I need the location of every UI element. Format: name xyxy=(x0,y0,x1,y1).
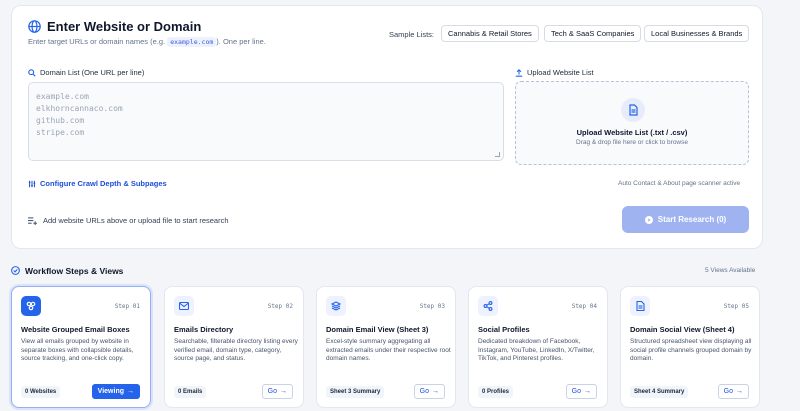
panel-title: Enter Website or Domain xyxy=(47,19,202,34)
go-button[interactable]: Go → xyxy=(565,384,597,399)
layers-icon xyxy=(326,296,346,316)
card-title: Domain Social View (Sheet 4) xyxy=(630,325,735,334)
step-number: Step 02 xyxy=(267,303,293,310)
domain-list-label: Domain List (One URL per line) xyxy=(28,68,144,77)
workflow-title: Workflow Steps & Views xyxy=(25,266,124,276)
arrow-right-icon: → xyxy=(280,388,287,395)
arrow-right-icon: → xyxy=(127,388,134,395)
hint-text: Add website URLs above or upload file to… xyxy=(28,216,229,225)
sample-chip-tech[interactable]: Tech & SaaS Companies xyxy=(544,25,642,42)
search-icon xyxy=(28,68,36,77)
card-description: View all emails grouped by website in se… xyxy=(21,338,134,362)
count-badge: Sheet 3 Summary xyxy=(326,386,385,398)
card-description: Excel-style summary aggregating all extr… xyxy=(326,338,451,362)
example-code: example.com xyxy=(167,37,217,47)
play-icon xyxy=(644,215,653,224)
resize-handle[interactable] xyxy=(495,152,500,157)
card-title: Social Profiles xyxy=(478,325,530,334)
step-number: Step 05 xyxy=(723,303,749,310)
viewing-button[interactable]: Viewing → xyxy=(91,384,140,399)
panel-subtitle: Enter target URLs or domain names (e.g. … xyxy=(28,37,266,47)
card-title: Website Grouped Email Boxes xyxy=(21,325,130,334)
count-badge: Sheet 4 Summary xyxy=(630,386,689,398)
count-badge: 0 Profiles xyxy=(478,386,514,398)
input-panel: Enter Website or Domain Enter target URL… xyxy=(11,5,763,249)
scanner-note: Auto Contact & About page scanner active xyxy=(618,180,741,187)
file-icon xyxy=(621,98,645,122)
grid-icon xyxy=(21,296,41,316)
mail-icon xyxy=(174,296,194,316)
step-number: Step 01 xyxy=(114,303,140,310)
count-badge: 0 Websites xyxy=(21,386,61,398)
list-add-icon xyxy=(28,216,37,225)
globe-icon xyxy=(28,20,41,33)
document-icon xyxy=(630,296,650,316)
arrow-right-icon: → xyxy=(584,388,591,395)
go-button[interactable]: Go → xyxy=(717,384,749,399)
workflow-card-domain-email-view[interactable]: Step 03 Domain Email View (Sheet 3) Exce… xyxy=(316,286,456,408)
placeholder-line: github.com xyxy=(36,116,85,125)
workflow-card-grouped-emails[interactable]: Step 01 Website Grouped Email Boxes View… xyxy=(11,286,151,408)
step-number: Step 04 xyxy=(571,303,597,310)
card-description: Searchable, filterable directory listing… xyxy=(174,338,298,362)
workflow-card-emails-directory[interactable]: Step 02 Emails Directory Searchable, fil… xyxy=(164,286,304,408)
upload-subtitle: Drag & drop file here or click to browse xyxy=(576,139,688,146)
upload-drop-zone[interactable]: Upload Website List (.txt / .csv) Drag &… xyxy=(515,81,749,165)
card-title: Domain Email View (Sheet 3) xyxy=(326,325,429,334)
card-description: Dedicated breakdown of Facebook, Instagr… xyxy=(478,338,595,362)
arrow-right-icon: → xyxy=(432,388,439,395)
sample-lists-label: Sample Lists: xyxy=(389,30,435,39)
go-button[interactable]: Go → xyxy=(413,384,445,399)
sample-chip-local[interactable]: Local Businesses & Brands xyxy=(644,25,750,42)
views-count: 5 Views Available xyxy=(705,267,756,274)
start-research-button[interactable]: Start Research (0) xyxy=(622,206,749,233)
workflow-card-domain-social-view[interactable]: Step 05 Domain Social View (Sheet 4) Str… xyxy=(620,286,760,408)
domain-list-textarea[interactable] xyxy=(28,82,504,161)
arrow-right-icon: → xyxy=(736,388,743,395)
count-badge: 0 Emails xyxy=(174,386,207,398)
placeholder-line: stripe.com xyxy=(36,128,85,137)
card-description: Structured spreadsheet view displaying a… xyxy=(630,338,752,362)
workflow-card-social-profiles[interactable]: Step 04 Social Profiles Dedicated breakd… xyxy=(468,286,608,408)
go-button[interactable]: Go → xyxy=(261,384,293,399)
placeholder-line: example.com xyxy=(36,92,89,101)
upload-icon xyxy=(515,68,523,77)
placeholder-line: elkhorncannaco.com xyxy=(36,104,123,113)
sample-chip-cannabis[interactable]: Cannabis & Retail Stores xyxy=(441,25,539,42)
step-number: Step 03 xyxy=(419,303,445,310)
card-title: Emails Directory xyxy=(174,325,234,334)
settings-sliders-icon xyxy=(28,180,36,187)
upload-title: Upload Website List (.txt / .csv) xyxy=(576,128,688,137)
upload-label: Upload Website List xyxy=(515,68,594,77)
share-icon xyxy=(478,296,498,316)
configure-crawl-link[interactable]: Configure Crawl Depth & Subpages xyxy=(28,179,167,188)
check-circle-icon xyxy=(11,266,20,275)
